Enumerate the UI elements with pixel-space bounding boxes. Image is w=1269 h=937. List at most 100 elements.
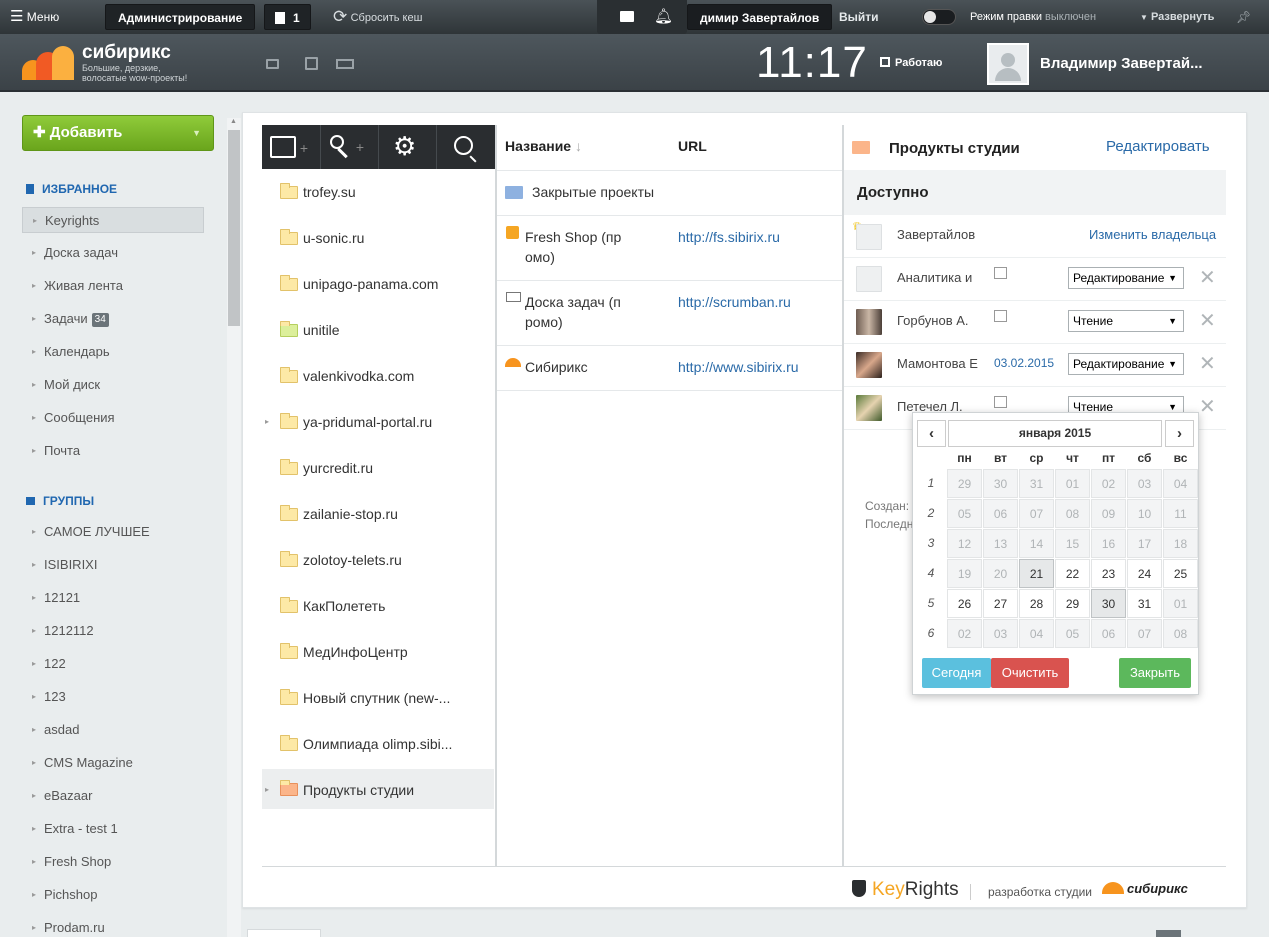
user-avatar[interactable]	[987, 43, 1029, 85]
group-item[interactable]: ▸ Fresh Shop	[22, 849, 204, 875]
change-owner-link[interactable]: Изменить владельца	[1089, 227, 1216, 242]
url-link[interactable]: http://www.sibirix.ru	[678, 359, 799, 375]
url-link[interactable]: http://scrumban.ru	[678, 294, 791, 310]
calendar-day[interactable]: 08	[1163, 619, 1198, 648]
tree-item[interactable]: МедИнфоЦентр	[262, 629, 494, 675]
chat-icon[interactable]	[620, 11, 634, 22]
calendar-day[interactable]: 03	[983, 619, 1018, 648]
tree-item[interactable]: zolotoy-telets.ru	[262, 537, 494, 583]
pin-icon[interactable]: 📌︎	[1236, 0, 1251, 34]
column-url-header[interactable]: URL	[678, 138, 707, 154]
remove-icon[interactable]: ✕	[1199, 311, 1216, 331]
calendar-day[interactable]: 04	[1019, 619, 1054, 648]
calendar-day[interactable]: 03	[1127, 469, 1162, 498]
group-item[interactable]: ▸ eBazaar	[22, 783, 204, 809]
bell-icon[interactable]: 🔔︎	[654, 7, 673, 25]
menu-button[interactable]: ☰ Меню	[10, 0, 59, 34]
prev-month-button[interactable]: ‹	[917, 420, 946, 447]
expand-button[interactable]: ▼ Развернуть	[1140, 0, 1214, 34]
calendar-day[interactable]: 01	[1163, 589, 1198, 618]
calendar-day[interactable]: 24	[1127, 559, 1162, 588]
calendar-day[interactable]: 28	[1019, 589, 1054, 618]
list-row[interactable]: Fresh Shop (пр омо) http://fs.sibirix.ru	[497, 216, 842, 280]
remove-icon[interactable]: ✕	[1199, 354, 1216, 374]
add-folder-icon[interactable]: +	[270, 136, 308, 158]
notify-icon[interactable]	[305, 57, 318, 70]
tree-item[interactable]: valenkivodka.com	[262, 353, 494, 399]
calendar-day[interactable]: 08	[1055, 499, 1090, 528]
permission-select[interactable]: Редактирование	[1068, 267, 1184, 289]
calendar-day[interactable]: 13	[983, 529, 1018, 558]
calendar-day[interactable]: 30	[983, 469, 1018, 498]
calendar-day[interactable]: 16	[1091, 529, 1126, 558]
edit-link[interactable]: Редактировать	[1106, 138, 1210, 155]
bottom-tab[interactable]	[247, 929, 321, 937]
expand-arrow-icon[interactable]: ▸	[265, 769, 269, 809]
calendar-day[interactable]: 18	[1163, 529, 1198, 558]
calendar-day[interactable]: 02	[1091, 469, 1126, 498]
tree-item[interactable]: Новый спутник (new-...	[262, 675, 494, 721]
edit-mode-toggle[interactable]	[922, 9, 956, 25]
calendar-day[interactable]: 07	[1127, 619, 1162, 648]
calendar-day[interactable]: 05	[947, 499, 982, 528]
expand-arrow-icon[interactable]: ▸	[265, 399, 269, 445]
left-scrollbar[interactable]: ▲	[227, 118, 241, 937]
tree-item[interactable]: unipago-panama.com	[262, 261, 494, 307]
sibirix-logo-icon[interactable]	[22, 46, 74, 80]
tree-item[interactable]: unitile	[262, 307, 494, 353]
tree-item[interactable]: Олимпиада olimp.sibi...	[262, 721, 494, 767]
list-row[interactable]: Сибирикс http://www.sibirix.ru	[497, 346, 842, 390]
calendar-day[interactable]: 10	[1127, 499, 1162, 528]
group-item[interactable]: ▸ Extra - test 1	[22, 816, 204, 842]
reset-cache-button[interactable]: ⟳ Сбросить кеш	[333, 0, 422, 34]
calendar-day[interactable]: 23	[1091, 559, 1126, 588]
calendar-day[interactable]: 31	[1019, 469, 1054, 498]
scrollbar-thumb[interactable]	[228, 130, 240, 326]
group-item[interactable]: ▸ Prodam.ru	[22, 915, 204, 937]
list-row[interactable]: Закрытые проекты	[497, 171, 842, 215]
calendar-day[interactable]: 20	[983, 559, 1018, 588]
calendar-icon[interactable]	[994, 310, 1007, 322]
tree-item[interactable]: trofey.su	[262, 169, 494, 215]
calendar-day[interactable]: 26	[947, 589, 982, 618]
calendar-icon[interactable]	[994, 396, 1007, 408]
messages-icon[interactable]	[266, 59, 279, 69]
calendar-day[interactable]: 30	[1091, 589, 1126, 618]
calendar-day[interactable]: 02	[947, 619, 982, 648]
group-item[interactable]: ▸ САМОЕ ЛУЧШЕЕ	[22, 519, 204, 545]
menu-item-messages[interactable]: ▸ Сообщения	[22, 405, 204, 431]
group-item[interactable]: ▸ asdad	[22, 717, 204, 743]
calendar-day[interactable]: 14	[1019, 529, 1054, 558]
calendar-day[interactable]: 29	[947, 469, 982, 498]
permission-select[interactable]: Редактирование	[1068, 353, 1184, 375]
group-item[interactable]: ▸ ISIBIRIXI	[22, 552, 204, 578]
group-item[interactable]: ▸ 1212112	[22, 618, 204, 644]
calendar-day[interactable]: 15	[1055, 529, 1090, 558]
header-user-name[interactable]: Владимир Завертай...	[1040, 55, 1203, 72]
tree-item[interactable]: zailanie-stop.ru	[262, 491, 494, 537]
menu-item-live-feed[interactable]: ▸ Живая лента	[22, 273, 204, 299]
logout-link[interactable]: Выйти	[839, 0, 879, 34]
work-status[interactable]: Работаю	[880, 57, 942, 69]
menu-item-keyrights[interactable]: ▸ Keyrights	[22, 207, 204, 233]
calendar-day[interactable]: 29	[1055, 589, 1090, 618]
calendar-day[interactable]: 21	[1019, 559, 1054, 588]
clear-button[interactable]: Очистить	[991, 658, 1069, 688]
calendar-day[interactable]: 01	[1055, 469, 1090, 498]
group-item[interactable]: ▸ 12121	[22, 585, 204, 611]
grid-icon[interactable]	[336, 59, 354, 69]
notifications-button[interactable]: 1	[264, 4, 311, 30]
scroll-up-icon[interactable]: ▲	[230, 118, 237, 125]
sibirix-footer-logo[interactable]: сибирикс	[1102, 881, 1188, 896]
calendar-day[interactable]: 04	[1163, 469, 1198, 498]
admin-button[interactable]: Администрирование	[105, 4, 256, 30]
tree-item[interactable]: КакПолететь	[262, 583, 494, 629]
calendar-day[interactable]: 31	[1127, 589, 1162, 618]
add-button[interactable]: ✚ Добавить ▼	[22, 115, 214, 151]
remove-icon[interactable]: ✕	[1199, 268, 1216, 288]
access-date[interactable]: 03.02.2015	[994, 356, 1054, 370]
calendar-icon[interactable]	[994, 267, 1007, 279]
calendar-day[interactable]: 27	[983, 589, 1018, 618]
group-item[interactable]: ▸ CMS Magazine	[22, 750, 204, 776]
calendar-day[interactable]: 07	[1019, 499, 1054, 528]
